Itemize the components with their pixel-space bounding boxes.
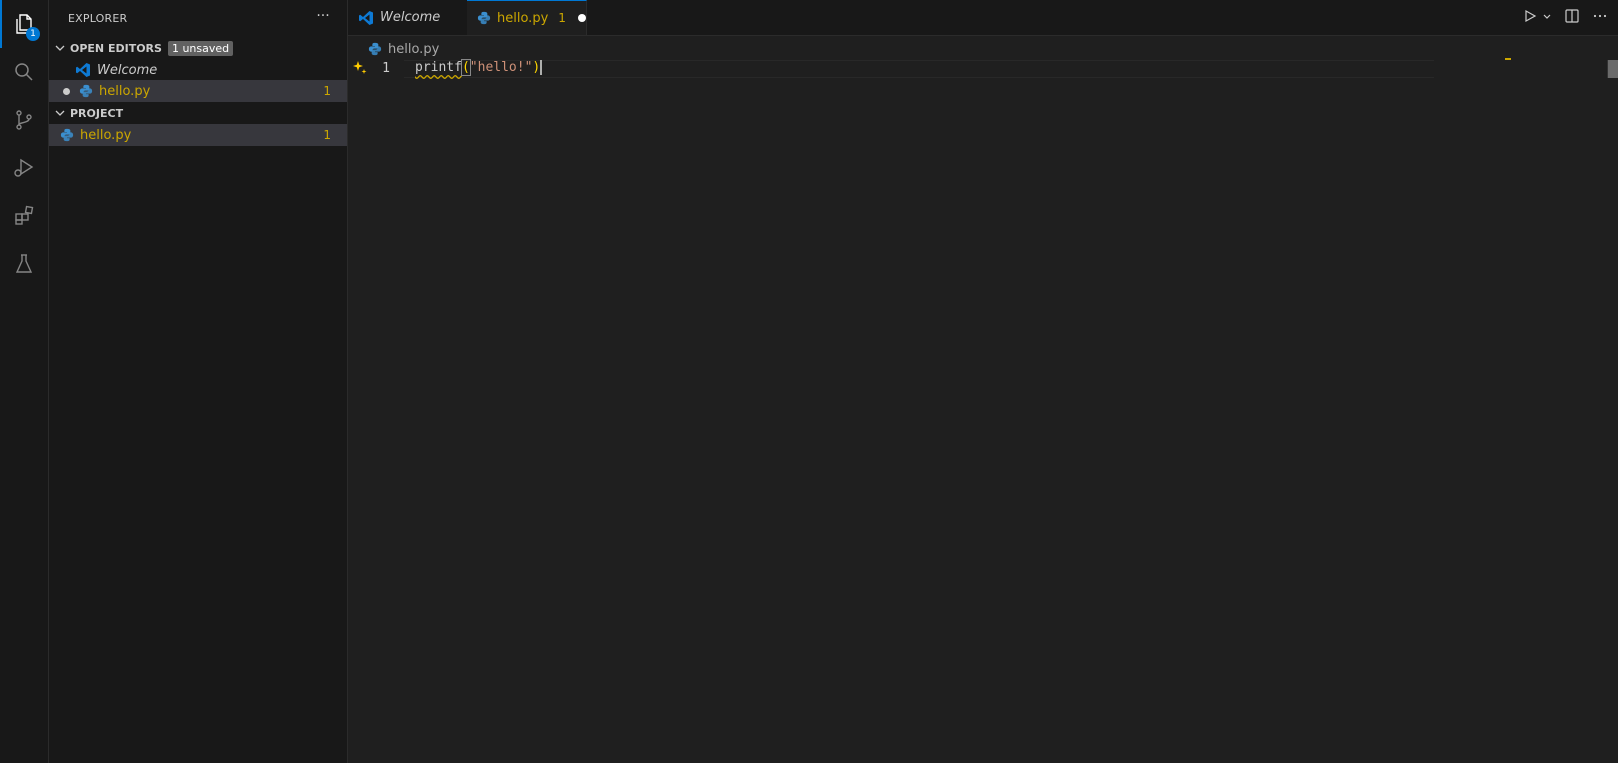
minimap-warning-marker — [1505, 58, 1511, 60]
vscode-icon — [76, 63, 90, 77]
project-file-hello-py[interactable]: hello.py 1 — [49, 124, 347, 146]
line-number: 1 — [382, 61, 390, 76]
code-string: "hello!" — [469, 60, 533, 75]
search-activity-button[interactable] — [0, 48, 48, 96]
vscode-icon — [359, 10, 373, 25]
project-title: PROJECT — [70, 106, 124, 120]
project-header[interactable]: PROJECT — [49, 102, 347, 124]
more-actions-button[interactable]: ··· — [313, 8, 333, 28]
more-actions-icon[interactable] — [1592, 8, 1608, 24]
chevron-down-icon[interactable] — [1542, 8, 1552, 24]
editor-actions — [1522, 8, 1608, 24]
tab-welcome[interactable]: Welcome — [348, 0, 469, 35]
python-file-icon — [368, 42, 382, 56]
open-editor-item-hello-py[interactable]: hello.py 1 — [49, 80, 347, 102]
code-function: printf — [415, 60, 462, 75]
testing-icon — [15, 254, 33, 273]
python-file-icon — [477, 11, 491, 25]
open-editor-item-welcome[interactable]: Welcome — [49, 59, 347, 81]
code-editor[interactable]: 1 printf("hello!") — [348, 58, 1618, 763]
run-icon[interactable] — [1522, 8, 1538, 24]
testing-activity-button[interactable] — [0, 240, 48, 288]
open-editor-label: Welcome — [97, 62, 158, 78]
code-close-paren: ) — [532, 60, 541, 75]
open-editor-label: hello.py — [99, 83, 151, 99]
source-control-activity-button[interactable] — [0, 96, 48, 144]
sidebar-title: EXPLORER — [68, 12, 128, 25]
breadcrumb-file[interactable]: hello.py — [388, 42, 439, 57]
project-file-label: hello.py — [80, 127, 132, 143]
run-debug-icon — [14, 158, 34, 177]
activity-bar: 1 — [0, 0, 49, 763]
chevron-down-icon — [55, 45, 65, 51]
open-editors-title: OPEN EDITORS — [70, 41, 162, 55]
sparkle-icon[interactable] — [352, 60, 368, 76]
explorer-badge: 1 — [26, 27, 40, 41]
explorer-sidebar: EXPLORER ··· OPEN EDITORS 1 unsaved Welc… — [49, 0, 348, 763]
search-icon — [15, 63, 33, 81]
extensions-icon — [15, 205, 34, 225]
open-editors-header[interactable]: OPEN EDITORS 1 unsaved — [49, 37, 347, 59]
split-editor-icon[interactable] — [1564, 8, 1580, 24]
source-control-icon — [16, 110, 32, 130]
python-file-icon — [79, 84, 93, 98]
tab-hello-py[interactable]: hello.py 1 — [467, 0, 587, 35]
unsaved-dot-icon[interactable] — [577, 14, 586, 22]
problem-count: 1 — [323, 84, 331, 98]
tab-problem-count: 1 — [558, 11, 566, 25]
text-cursor — [540, 60, 543, 75]
code-line[interactable]: printf("hello!") — [415, 59, 543, 76]
python-file-icon — [60, 128, 74, 142]
code-open-paren: ( — [460, 59, 471, 76]
extensions-activity-button[interactable] — [0, 192, 48, 240]
unsaved-dot-icon[interactable] — [63, 87, 70, 95]
editor-tab-bar: Welcome hello.py 1 — [348, 0, 1618, 36]
current-line-highlight — [404, 60, 1434, 78]
unsaved-badge: 1 unsaved — [167, 40, 234, 56]
run-debug-activity-button[interactable] — [0, 144, 48, 192]
breadcrumb[interactable]: hello.py — [368, 38, 439, 60]
problem-count: 1 — [323, 128, 331, 142]
vertical-scrollbar[interactable] — [1607, 60, 1618, 78]
chevron-down-icon — [55, 110, 65, 116]
tab-label: Welcome — [380, 10, 441, 25]
tab-label: hello.py — [497, 10, 549, 26]
explorer-activity-button[interactable]: 1 — [0, 0, 48, 48]
